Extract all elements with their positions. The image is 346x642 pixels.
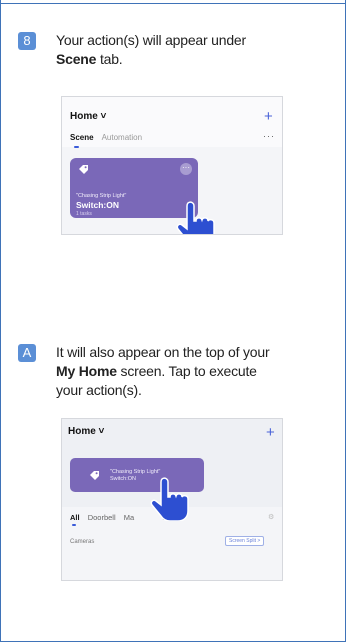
settings-icon[interactable]: ⚙: [268, 513, 274, 521]
step-line3: your action(s).: [56, 382, 142, 398]
tab-doorbell[interactable]: Doorbell: [88, 513, 116, 522]
add-icon[interactable]: +: [266, 425, 275, 440]
step-8: 8 Your action(s) will appear under Scene…: [18, 31, 246, 69]
step-bold: Scene: [56, 51, 97, 67]
scene-tasks: 1 tasks: [76, 211, 92, 217]
step-badge: A: [18, 344, 36, 362]
home-title[interactable]: Home ˅: [70, 111, 106, 122]
tab-underline: [72, 524, 76, 526]
scene-action: Switch:ON: [76, 200, 119, 210]
tab-all[interactable]: All: [70, 513, 80, 522]
add-icon[interactable]: +: [264, 109, 273, 124]
tab-underline: [74, 146, 79, 148]
section-cameras: Cameras: [70, 539, 95, 545]
tag-icon: [89, 470, 100, 483]
step-text: It will also appear on the top of your M…: [56, 343, 270, 400]
tab-scene[interactable]: Scene: [70, 133, 94, 142]
scene-name: "Chasing Strip Light": [110, 469, 161, 475]
step-line2: screen. Tap to execute: [116, 363, 257, 379]
step-line1: It will also appear on the top of your: [56, 344, 270, 360]
more-icon[interactable]: ···: [263, 131, 275, 141]
step-line1: Your action(s) will appear under: [56, 32, 246, 48]
tab-automation[interactable]: Automation: [102, 133, 142, 142]
step-line2: tab.: [96, 51, 123, 67]
scene-name: "Chasing Strip Light": [76, 193, 127, 199]
step-text: Your action(s) will appear under Scene t…: [56, 31, 246, 69]
tab-main[interactable]: Ma: [124, 513, 134, 522]
tag-icon: [78, 164, 89, 177]
scene-tabs: Scene Automation: [70, 133, 142, 142]
home-title[interactable]: Home ˅: [68, 426, 104, 437]
step-badge: 8: [18, 32, 36, 50]
app-screenshot-scene: Home ˅ + Scene Automation ··· ··· "Chasin…: [61, 96, 283, 235]
scene-action: Switch:ON: [110, 476, 136, 482]
tap-hand-icon: [174, 201, 224, 234]
tap-hand-icon: [148, 477, 198, 526]
step-a: A It will also appear on the top of your…: [18, 343, 270, 400]
card-more-icon[interactable]: ···: [180, 163, 192, 175]
app-screenshot-home: Home ˅ + "Chasing Strip Light" Switch:ON…: [61, 418, 283, 581]
screen-split-button[interactable]: Screen Split >: [225, 536, 265, 546]
step-bold: My Home: [56, 363, 117, 379]
